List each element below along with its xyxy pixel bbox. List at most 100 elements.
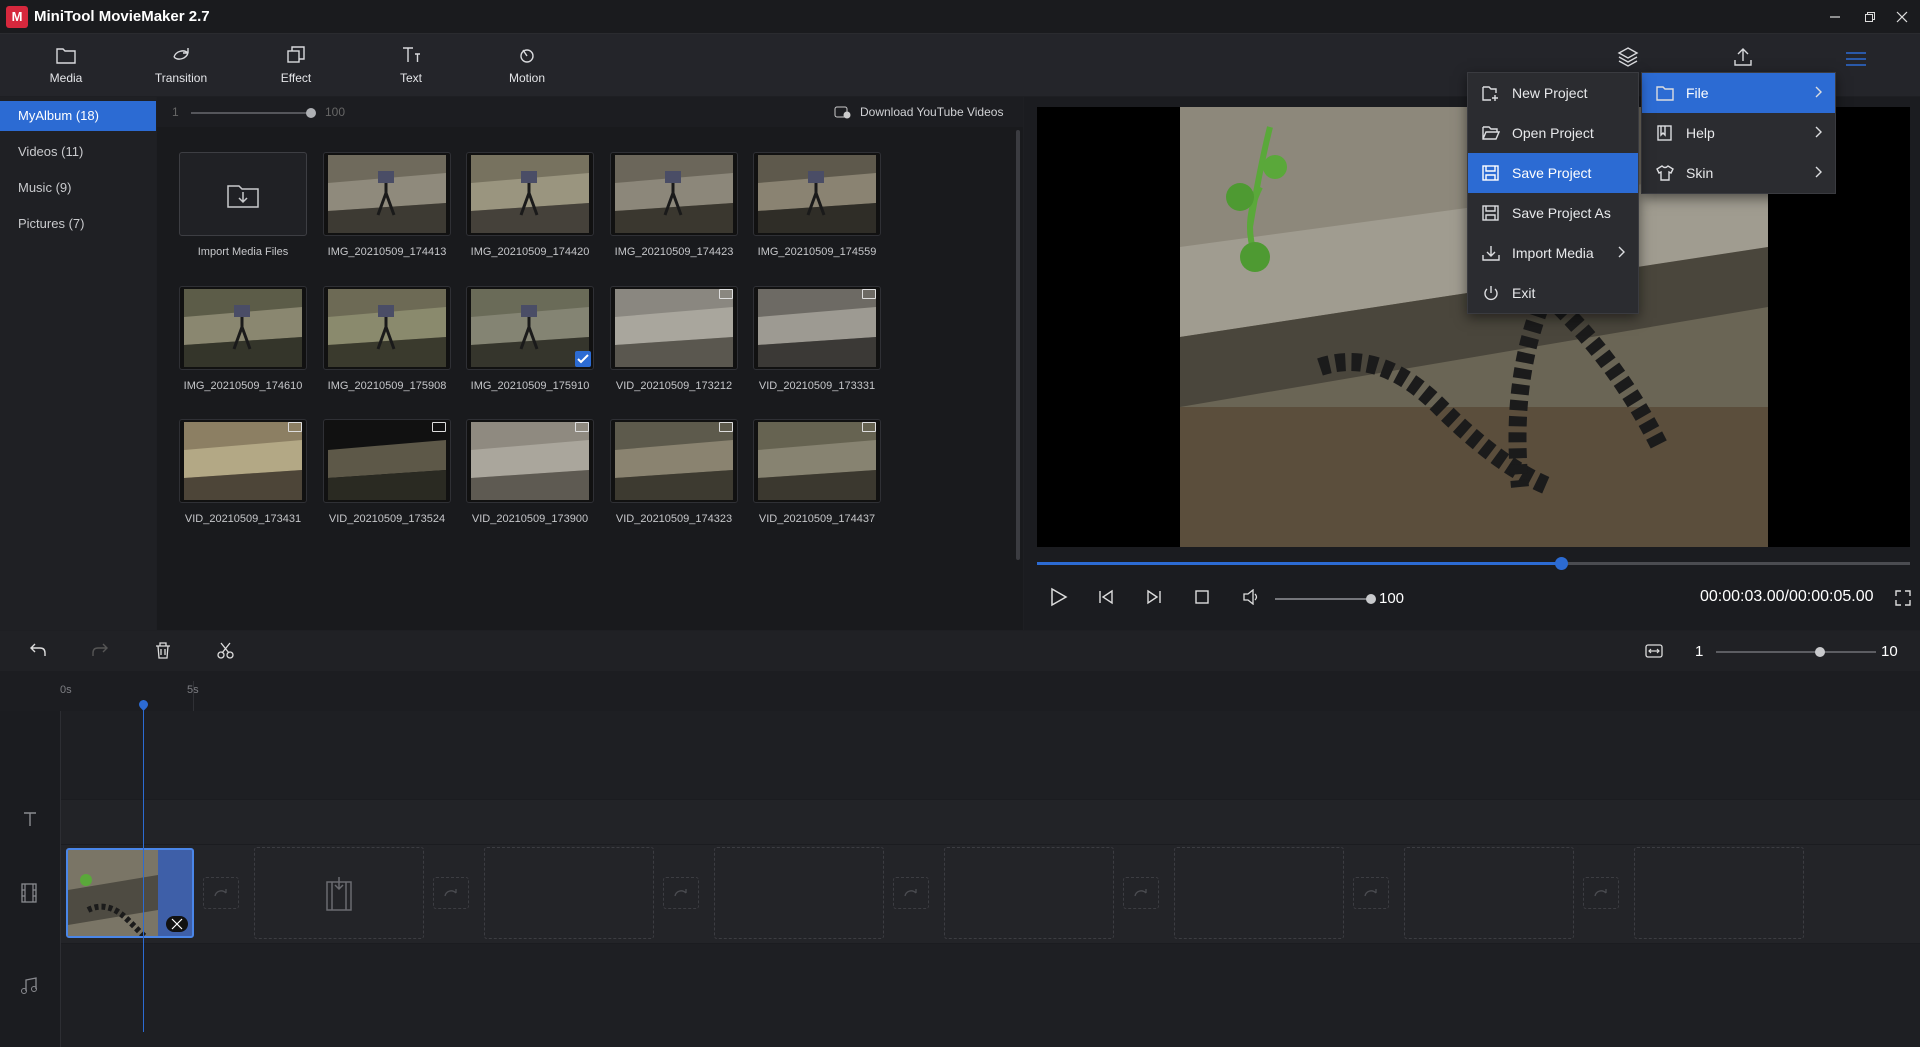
media-item[interactable]: IMG_20210509_174610 <box>179 286 307 396</box>
fullscreen-button[interactable] <box>1895 590 1911 606</box>
media-thumbnail <box>179 286 307 370</box>
sidebar-item-myalbum[interactable]: MyAlbum (18) <box>0 101 156 131</box>
timeline-zoom-max: 10 <box>1881 643 1898 660</box>
main-menu-item-help[interactable]: Help <box>1642 113 1835 153</box>
media-item[interactable]: IMG_20210509_175910 <box>466 286 594 396</box>
volume-button[interactable] <box>1242 589 1260 605</box>
playback-progress-track[interactable] <box>1037 557 1910 570</box>
file-menu-open-project[interactable]: Open Project <box>1468 113 1638 153</box>
transition-placeholder-icon <box>674 889 687 897</box>
media-item[interactable]: IMG_20210509_174420 <box>466 152 594 262</box>
main-menu-item-skin[interactable]: Skin <box>1642 153 1835 193</box>
import-media-tile[interactable]: Import Media Files <box>179 152 307 262</box>
transition-slot[interactable] <box>1353 877 1389 909</box>
playback-progress-thumb[interactable] <box>1554 557 1568 570</box>
redo-icon <box>92 643 108 656</box>
file-menu-new-project[interactable]: New Project <box>1468 73 1638 113</box>
playhead-line[interactable] <box>137 698 150 1032</box>
sidebar-item-music[interactable]: Music (9) <box>0 173 156 203</box>
sidebar-item-videos[interactable]: Videos (11) <box>0 137 156 167</box>
split-button[interactable] <box>217 642 234 659</box>
file-menu-save-project-as[interactable]: Save Project As <box>1468 193 1638 233</box>
text-track[interactable] <box>61 800 1920 844</box>
tool-effect[interactable]: Effect <box>238 34 354 96</box>
tool-transition[interactable]: Transition <box>123 34 239 96</box>
media-item[interactable]: IMG_20210509_174559 <box>753 152 881 262</box>
media-item[interactable]: IMG_20210509_174423 <box>610 152 738 262</box>
media-item[interactable]: VID_20210509_173900 <box>466 419 594 529</box>
media-item-label: IMG_20210509_174610 <box>183 380 303 392</box>
film-icon <box>21 883 37 903</box>
media-drop-slot[interactable] <box>1634 847 1804 939</box>
media-item[interactable]: IMG_20210509_174413 <box>323 152 451 262</box>
transition-slot[interactable] <box>893 877 929 909</box>
redo-button[interactable] <box>91 642 109 658</box>
music-track[interactable] <box>61 944 1920 1047</box>
timeline-zoom-thumb[interactable] <box>1815 647 1825 657</box>
minimize-button[interactable] <box>1815 0 1855 34</box>
media-item[interactable]: VID_20210509_173331 <box>753 286 881 396</box>
shirt-icon <box>1656 165 1674 181</box>
file-menu-exit[interactable]: Exit <box>1468 273 1638 313</box>
media-drop-slot[interactable] <box>254 847 424 939</box>
undo-button[interactable] <box>29 642 47 658</box>
tool-motion[interactable]: Motion <box>469 34 585 96</box>
transition-slot[interactable] <box>203 877 239 909</box>
title-bar: M MiniTool MovieMaker 2.7 <box>0 0 1920 34</box>
selected-check-icon[interactable] <box>575 351 591 367</box>
save-icon <box>1482 165 1499 181</box>
transition-slot[interactable] <box>433 877 469 909</box>
close-button[interactable] <box>1882 0 1920 34</box>
slider-thumb[interactable] <box>306 108 316 118</box>
play-button[interactable] <box>1048 587 1068 607</box>
media-drop-slot[interactable] <box>1404 847 1574 939</box>
media-thumbnail <box>610 286 738 370</box>
transition-slot[interactable] <box>1583 877 1619 909</box>
file-menu-import-media[interactable]: Import Media <box>1468 233 1638 273</box>
thumb-zoom-slider[interactable] <box>191 108 316 118</box>
delete-button[interactable] <box>155 642 171 659</box>
timeline-ruler: 0s 5s <box>0 671 1920 711</box>
stop-button[interactable] <box>1195 590 1209 604</box>
media-item[interactable]: IMG_20210509_175908 <box>323 286 451 396</box>
media-drop-slot[interactable] <box>1174 847 1344 939</box>
media-item-label: IMG_20210509_174559 <box>757 246 877 258</box>
timeline-zoom-min: 1 <box>1695 643 1704 660</box>
main-menu-item-file[interactable]: File <box>1642 73 1835 113</box>
layers-icon <box>1617 47 1639 67</box>
media-item[interactable]: VID_20210509_173524 <box>323 419 451 529</box>
media-item[interactable]: VID_20210509_174437 <box>753 419 881 529</box>
volume-slider[interactable] <box>1275 594 1376 604</box>
main-menu: File Help Skin <box>1641 72 1836 194</box>
fit-timeline-button[interactable] <box>1645 643 1663 659</box>
transition-slot[interactable] <box>663 877 699 909</box>
sidebar-item-pictures[interactable]: Pictures (7) <box>0 209 156 239</box>
media-thumbnail <box>753 286 881 370</box>
volume-slider-thumb[interactable] <box>1366 594 1376 604</box>
next-frame-button[interactable] <box>1146 589 1162 605</box>
menu-button[interactable] <box>1845 50 1867 68</box>
media-drop-slot[interactable] <box>484 847 654 939</box>
media-item[interactable]: VID_20210509_173212 <box>610 286 738 396</box>
file-menu-save-project[interactable]: Save Project <box>1468 153 1638 193</box>
chevron-right-icon <box>1815 86 1822 98</box>
media-item[interactable]: VID_20210509_173431 <box>179 419 307 529</box>
prev-frame-button[interactable] <box>1098 589 1114 605</box>
download-youtube-button[interactable]: Download YouTube Videos <box>834 105 1003 119</box>
media-drop-slot[interactable] <box>944 847 1114 939</box>
media-photo <box>615 155 733 233</box>
clip-split-badge[interactable] <box>166 916 188 932</box>
transition-slot[interactable] <box>1123 877 1159 909</box>
media-drop-slot[interactable] <box>714 847 884 939</box>
timeline-clip[interactable] <box>66 848 194 938</box>
timeline-zoom-slider[interactable] <box>1716 647 1876 657</box>
music-track-icon <box>20 977 38 995</box>
tool-media[interactable]: Media <box>8 34 124 96</box>
tool-media-label: Media <box>49 71 83 85</box>
tool-text[interactable]: Text <box>353 34 469 96</box>
export-button[interactable] <box>1731 46 1755 68</box>
media-photo <box>615 289 733 367</box>
video-badge-icon <box>719 422 733 432</box>
media-item[interactable]: VID_20210509_174323 <box>610 419 738 529</box>
layers-button[interactable] <box>1616 46 1640 68</box>
